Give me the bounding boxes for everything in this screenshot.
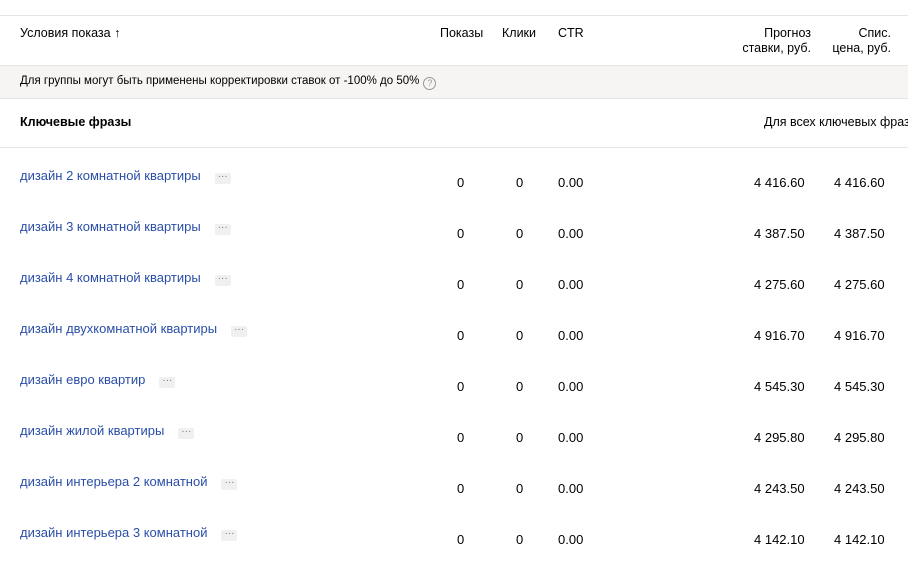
table-row: дизайн интерьера 3 комнатной ··· 0 0 0.00 4 1… bbox=[0, 512, 908, 563]
adjustments-note-text: Для группы могут быть применены корректи… bbox=[20, 75, 420, 87]
keyword-phrase-link[interactable]: дизайн евро квартир bbox=[20, 372, 145, 387]
shows-cell: 0 bbox=[457, 430, 465, 445]
conditions-header[interactable]: Условия показа ↑ bbox=[20, 26, 120, 41]
ctr-cell: 0.00 bbox=[558, 481, 584, 496]
clicks-cell: 0 bbox=[516, 226, 524, 241]
clicks-cell: 0 bbox=[516, 430, 524, 445]
charged-price-cell: 4 387.50 bbox=[834, 226, 885, 241]
charged-price-cell: 4 916.70 bbox=[834, 328, 885, 343]
charged-price-cell: 4 416.60 bbox=[834, 175, 885, 190]
forecast-bid-cell[interactable]: 4 243.50 bbox=[754, 481, 805, 496]
phrase-cell: дизайн интерьера 2 комнатной ··· bbox=[20, 474, 238, 490]
header-top-divider bbox=[0, 15, 908, 16]
keywords-section-title: Ключевые фразы bbox=[20, 115, 132, 129]
charged-price-cell: 4 275.60 bbox=[834, 277, 885, 292]
clicks-cell: 0 bbox=[516, 379, 524, 394]
more-actions-icon[interactable]: ··· bbox=[214, 223, 231, 235]
price-header-line2: цена, руб. bbox=[832, 41, 891, 55]
keyword-phrase-link[interactable]: дизайн 3 комнатной квартиры bbox=[20, 219, 201, 234]
forecast-header-line1: Прогноз bbox=[764, 26, 811, 40]
keyword-phrase-link[interactable]: дизайн 4 комнатной квартиры bbox=[20, 270, 201, 285]
more-actions-icon[interactable]: ··· bbox=[178, 427, 195, 439]
shows-cell: 0 bbox=[457, 175, 465, 190]
ctr-cell: 0.00 bbox=[558, 175, 584, 190]
phrase-cell: дизайн жилой квартиры ··· bbox=[20, 423, 195, 439]
phrase-cell: дизайн 2 комнатной квартиры ··· bbox=[20, 168, 231, 184]
more-actions-icon[interactable]: ··· bbox=[159, 376, 176, 388]
price-header-line1: Спис. bbox=[858, 26, 891, 40]
shows-cell: 0 bbox=[457, 481, 465, 496]
shows-cell: 0 bbox=[457, 277, 465, 292]
phrase-cell: дизайн интерьера 3 комнатной ··· bbox=[20, 525, 238, 541]
help-icon[interactable]: ? bbox=[423, 77, 437, 90]
forecast-header-line2: ставки, руб. bbox=[742, 41, 811, 55]
charged-price-cell: 4 142.10 bbox=[834, 532, 885, 547]
shows-cell: 0 bbox=[457, 226, 465, 241]
table-row: дизайн двухкомнатной квартиры ··· 0 0 0.00 4 … bbox=[0, 308, 908, 359]
clicks-cell: 0 bbox=[516, 175, 524, 190]
shows-cell: 0 bbox=[457, 379, 465, 394]
note-bottom-divider bbox=[0, 98, 908, 99]
ctr-cell: 0.00 bbox=[558, 379, 584, 394]
clicks-header[interactable]: Клики bbox=[502, 26, 536, 41]
forecast-bid-cell[interactable]: 4 916.70 bbox=[754, 328, 805, 343]
table-row: дизайн 4 комнатной квартиры ··· 0 0 0.00 4 27… bbox=[0, 257, 908, 308]
adjustments-note-text-wrap: Для группы могут быть применены корректи… bbox=[20, 75, 437, 90]
table-row: дизайн интерьера 2 комнатной ··· 0 0 0.00 4 2… bbox=[0, 461, 908, 512]
clicks-cell: 0 bbox=[516, 328, 524, 343]
conditions-header-label: Условия показа bbox=[20, 26, 111, 40]
ctr-header[interactable]: CTR bbox=[558, 26, 584, 41]
forecast-header[interactable]: Прогноз ставки, руб. bbox=[712, 26, 811, 56]
phrase-cell: дизайн евро квартир ··· bbox=[20, 372, 176, 388]
more-actions-icon[interactable]: ··· bbox=[231, 325, 248, 337]
keyword-phrase-link[interactable]: дизайн интерьера 3 комнатной bbox=[20, 525, 207, 540]
charged-price-cell: 4 243.50 bbox=[834, 481, 885, 496]
ctr-cell: 0.00 bbox=[558, 532, 584, 547]
keyword-phrase-link[interactable]: дизайн жилой квартиры bbox=[20, 423, 164, 438]
table-row: дизайн жилой квартиры ··· 0 0 0.00 4 295.80 4 … bbox=[0, 410, 908, 461]
forecast-bid-cell[interactable]: 4 142.10 bbox=[754, 532, 805, 547]
forecast-bid-cell[interactable]: 4 416.60 bbox=[754, 175, 805, 190]
all-keywords-label: Для всех ключевых фраз: bbox=[764, 115, 908, 129]
charged-price-cell: 4 545.30 bbox=[834, 379, 885, 394]
ctr-cell: 0.00 bbox=[558, 277, 584, 292]
more-actions-icon[interactable]: ··· bbox=[214, 274, 231, 286]
charged-price-cell: 4 295.80 bbox=[834, 430, 885, 445]
shows-header[interactable]: Показы bbox=[440, 26, 483, 41]
phrase-cell: дизайн 4 комнатной квартиры ··· bbox=[20, 270, 231, 286]
clicks-cell: 0 bbox=[516, 532, 524, 547]
keyword-phrase-link[interactable]: дизайн интерьера 2 комнатной bbox=[20, 474, 207, 489]
price-header[interactable]: Спис. цена, руб. bbox=[820, 26, 891, 56]
shows-cell: 0 bbox=[457, 328, 465, 343]
ctr-cell: 0.00 bbox=[558, 328, 584, 343]
note-top-divider bbox=[0, 65, 908, 66]
clicks-cell: 0 bbox=[516, 481, 524, 496]
more-actions-icon[interactable]: ··· bbox=[221, 478, 238, 490]
forecast-bid-cell[interactable]: 4 545.30 bbox=[754, 379, 805, 394]
table-row: дизайн 3 комнатной квартиры ··· 0 0 0.00 4 38… bbox=[0, 206, 908, 257]
ctr-cell: 0.00 bbox=[558, 226, 584, 241]
clicks-cell: 0 bbox=[516, 277, 524, 292]
shows-cell: 0 bbox=[457, 532, 465, 547]
phrase-cell: дизайн 3 комнатной квартиры ··· bbox=[20, 219, 231, 235]
table-row: дизайн евро квартир ··· 0 0 0.00 4 545.30 4 54… bbox=[0, 359, 908, 410]
section-divider bbox=[0, 147, 908, 148]
more-actions-icon[interactable]: ··· bbox=[214, 172, 231, 184]
keyword-phrase-link[interactable]: дизайн двухкомнатной квартиры bbox=[20, 321, 217, 336]
sort-arrow-icon: ↑ bbox=[114, 26, 121, 40]
keyword-phrase-link[interactable]: дизайн 2 комнатной квартиры bbox=[20, 168, 201, 183]
table-row: дизайн 2 комнатной квартиры ··· 0 0 0.00 4 41… bbox=[0, 155, 908, 206]
ctr-cell: 0.00 bbox=[558, 430, 584, 445]
forecast-bid-cell[interactable]: 4 387.50 bbox=[754, 226, 805, 241]
forecast-bid-cell[interactable]: 4 275.60 bbox=[754, 277, 805, 292]
phrase-cell: дизайн двухкомнатной квартиры ··· bbox=[20, 321, 248, 337]
more-actions-icon[interactable]: ··· bbox=[221, 529, 238, 541]
forecast-bid-cell[interactable]: 4 295.80 bbox=[754, 430, 805, 445]
